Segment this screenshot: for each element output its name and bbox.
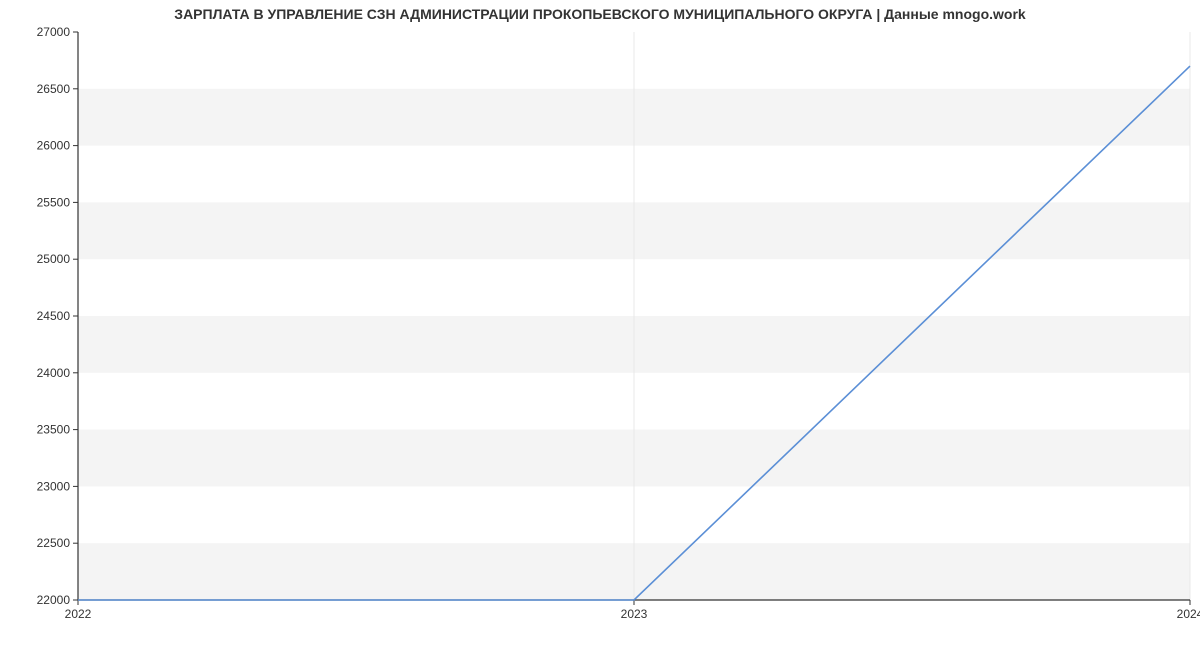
x-tick-label: 2023 — [621, 607, 648, 621]
chart-title: ЗАРПЛАТА В УПРАВЛЕНИЕ СЗН АДМИНИСТРАЦИИ … — [0, 6, 1200, 22]
x-tick-label: 2022 — [65, 607, 92, 621]
y-tick-label: 24000 — [37, 366, 71, 380]
y-tick-label: 26000 — [37, 139, 71, 153]
chart-container: ЗАРПЛАТА В УПРАВЛЕНИЕ СЗН АДМИНИСТРАЦИИ … — [0, 0, 1200, 650]
y-tick-label: 22500 — [37, 536, 71, 550]
y-tick-label: 24500 — [37, 309, 71, 323]
y-tick-label: 23000 — [37, 479, 71, 493]
y-tick-label: 25000 — [37, 252, 71, 266]
y-tick-label: 23500 — [37, 423, 71, 437]
y-tick-label: 27000 — [37, 25, 71, 39]
y-tick-label: 26500 — [37, 82, 71, 96]
y-tick-label: 25500 — [37, 195, 71, 209]
line-chart: 22000 22500 23000 23500 24000 24500 25000 25500… — [0, 0, 1200, 650]
y-tick-label: 22000 — [37, 593, 71, 607]
x-tick-label: 2024 — [1177, 607, 1200, 621]
